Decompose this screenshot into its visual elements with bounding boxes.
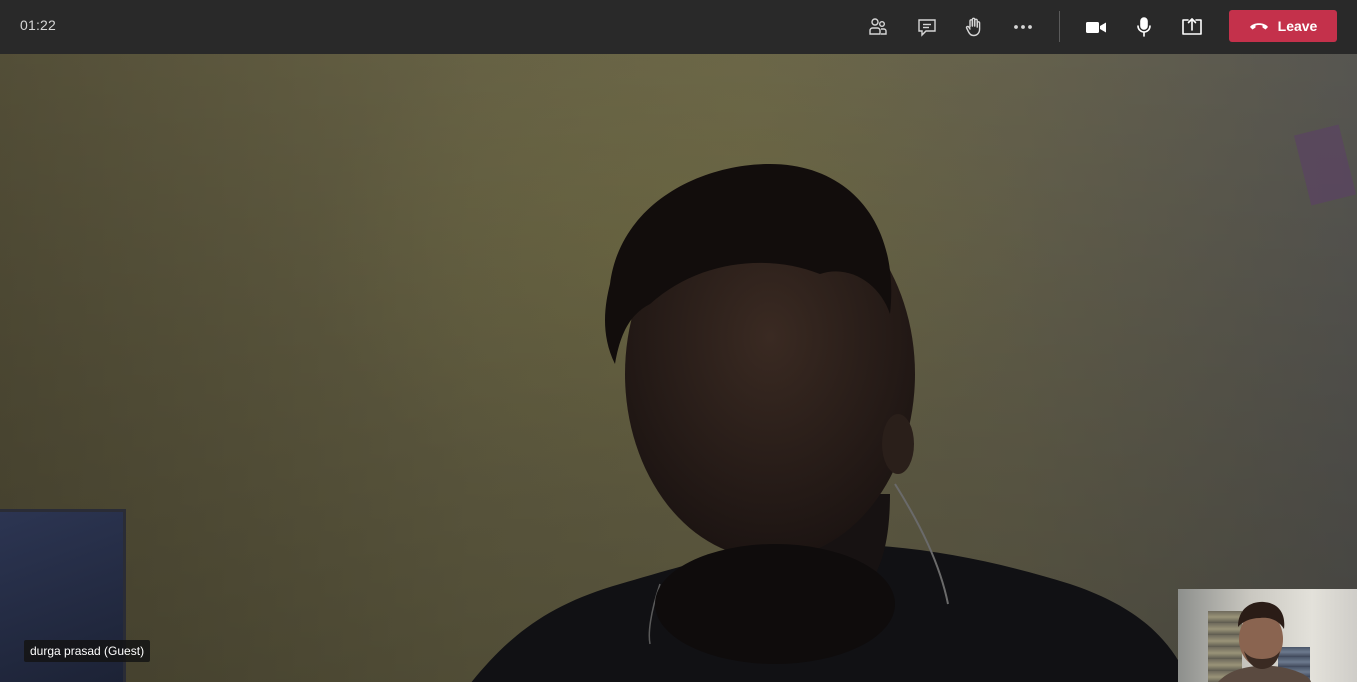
participants-button[interactable]: [861, 10, 895, 44]
participant-video-person: [471, 164, 1190, 682]
video-camera-icon: [1085, 16, 1107, 38]
people-icon: [867, 16, 889, 38]
call-timer: 01:22: [20, 17, 57, 33]
share-screen-button[interactable]: [1175, 10, 1209, 44]
hang-up-icon: [1249, 21, 1269, 31]
main-video-stage: durga prasad (Guest): [0, 54, 1357, 682]
share-screen-icon: [1181, 16, 1203, 38]
microphone-toggle-button[interactable]: [1127, 10, 1161, 44]
raise-hand-button[interactable]: [957, 10, 991, 44]
camera-toggle-button[interactable]: [1079, 10, 1113, 44]
leave-label: Leave: [1277, 18, 1318, 34]
self-view-preview[interactable]: [1178, 589, 1357, 682]
self-view-person: [1218, 601, 1311, 682]
call-toolbar: 01:22 Leave: [0, 0, 1357, 54]
toolbar-divider: [1059, 11, 1060, 42]
more-actions-button[interactable]: [1006, 10, 1040, 44]
microphone-icon: [1133, 16, 1155, 38]
more-actions-icon: [1012, 16, 1034, 38]
chat-button[interactable]: [910, 10, 944, 44]
raise-hand-icon: [963, 16, 985, 38]
chat-icon: [916, 16, 938, 38]
leave-button[interactable]: Leave: [1229, 10, 1337, 42]
participant-name-tag: durga prasad (Guest): [24, 640, 151, 662]
